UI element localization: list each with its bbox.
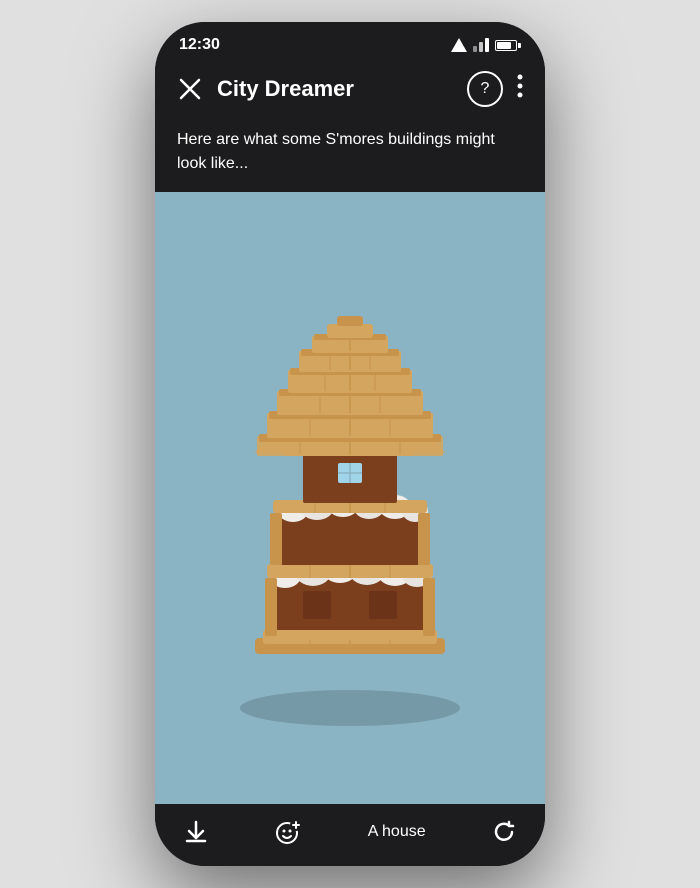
help-button[interactable]: ? — [467, 71, 503, 107]
refresh-icon — [491, 819, 517, 845]
nav-title: City Dreamer — [217, 76, 455, 102]
wifi-icon — [473, 38, 489, 52]
status-bar: 12:30 — [155, 22, 545, 60]
signal-icon — [451, 38, 467, 52]
phone-frame: 12:30 — [155, 22, 545, 866]
download-button[interactable] — [183, 819, 209, 845]
battery-icon — [495, 40, 521, 51]
image-area — [155, 192, 545, 804]
add-emoji-button[interactable] — [274, 818, 302, 846]
smores-house-illustration — [155, 192, 545, 804]
status-time: 12:30 — [179, 36, 220, 54]
emoji-add-icon — [274, 818, 302, 846]
description-text: Here are what some S'mores buildings mig… — [177, 128, 523, 176]
image-caption: A house — [368, 823, 426, 841]
close-button[interactable] — [175, 74, 205, 104]
description-section: Here are what some S'mores buildings mig… — [155, 120, 545, 192]
more-button[interactable] — [515, 70, 525, 108]
download-icon — [183, 819, 209, 845]
status-icons — [451, 38, 521, 52]
phone-screen: 12:30 — [155, 22, 545, 866]
top-nav: City Dreamer ? — [155, 60, 545, 120]
refresh-button[interactable] — [491, 819, 517, 845]
more-icon — [517, 74, 523, 98]
close-icon — [179, 78, 201, 100]
bottom-bar: A house — [155, 804, 545, 866]
